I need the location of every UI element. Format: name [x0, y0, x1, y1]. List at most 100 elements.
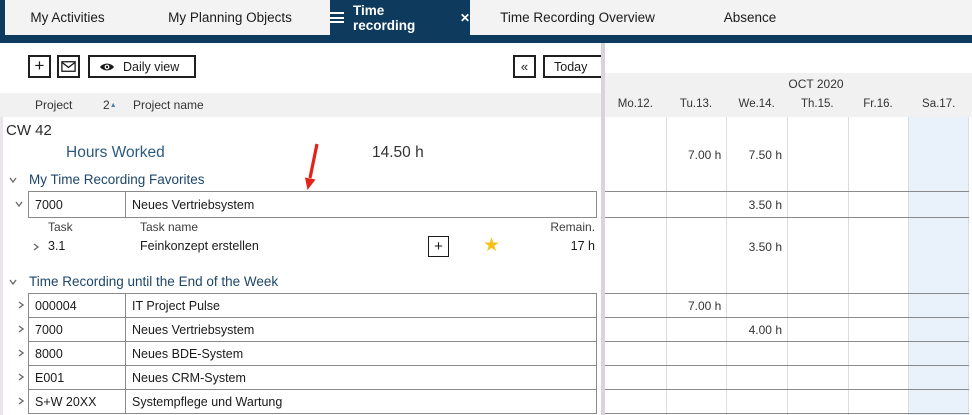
day-cell[interactable]: 4.00 h — [726, 318, 787, 342]
task-row[interactable]: 3.1 Feinkonzept erstellen + ★ 17 h — [0, 234, 601, 260]
add-entry-button[interactable]: + — [28, 55, 51, 78]
project-grid-row — [605, 389, 969, 414]
day-cell[interactable] — [605, 342, 666, 366]
project-name-cell: Neues Vertriebsystem — [132, 197, 255, 212]
day-cell[interactable]: 3.50 h — [726, 192, 787, 217]
day-cell[interactable] — [848, 192, 909, 217]
day-cell[interactable]: 3.50 h — [726, 234, 787, 260]
tab-my-planning-objects[interactable]: My Planning Objects — [130, 0, 330, 35]
column-project[interactable]: Project — [35, 93, 72, 117]
project-name-cell: IT Project Pulse — [132, 298, 221, 313]
day-cell[interactable] — [848, 234, 909, 260]
close-icon[interactable]: ✕ — [460, 11, 470, 25]
day-header: Th.15. — [801, 98, 834, 110]
mail-button[interactable] — [57, 55, 80, 78]
project-row[interactable]: E001 Neues CRM-System — [28, 365, 597, 390]
day-cell[interactable] — [908, 142, 969, 168]
day-cell[interactable] — [726, 342, 787, 366]
project-id-cell: S+W 20XX — [29, 390, 126, 413]
chevron-right-icon[interactable] — [16, 372, 26, 382]
chevron-down-icon — [9, 279, 17, 285]
day-cell[interactable] — [605, 142, 666, 168]
day-cell[interactable] — [908, 342, 969, 366]
project-row[interactable]: 8000 Neues BDE-System — [28, 341, 597, 366]
chevron-right-icon[interactable] — [16, 348, 26, 358]
previous-week-button[interactable]: « — [513, 55, 536, 78]
tab-label: Time recording — [353, 2, 416, 33]
day-cell[interactable] — [908, 192, 969, 217]
task-id: 3.1 — [48, 239, 66, 253]
day-cell[interactable]: 7.00 h — [666, 142, 727, 168]
day-cell[interactable]: 7.00 h — [666, 294, 727, 318]
chevron-down-icon[interactable] — [14, 199, 24, 209]
day-cell[interactable] — [848, 294, 909, 318]
day-cell[interactable] — [787, 366, 848, 390]
chevron-right-icon[interactable] — [16, 300, 26, 310]
day-cell[interactable] — [787, 142, 848, 168]
day-header-row: Mo.12. Tu.13. We.14. Th.15. Fr.16. Sa.17… — [605, 98, 969, 114]
day-cell[interactable] — [605, 294, 666, 318]
column-task: Task — [48, 220, 73, 234]
day-cell[interactable] — [666, 390, 727, 413]
day-cell[interactable] — [605, 192, 666, 217]
section-favorites[interactable]: My Time Recording Favorites — [8, 172, 205, 187]
table-column-header: Project 2▲ Project name — [0, 93, 601, 117]
daily-view-label: Daily view — [123, 59, 180, 74]
tab-time-recording-overview[interactable]: Time Recording Overview — [470, 0, 685, 35]
daily-view-button[interactable]: Daily view — [88, 55, 196, 78]
calendar-week-label: CW 42 — [6, 122, 52, 139]
day-cell[interactable] — [605, 366, 666, 390]
project-id-cell: 000004 — [29, 294, 126, 317]
day-cell[interactable] — [666, 234, 727, 260]
project-row[interactable]: 000004 IT Project Pulse — [28, 293, 597, 318]
chevron-right-icon[interactable] — [16, 324, 26, 334]
day-cell[interactable] — [787, 390, 848, 413]
day-header: Mo.12. — [617, 98, 653, 110]
day-cell[interactable] — [787, 294, 848, 318]
day-cell[interactable] — [908, 294, 969, 318]
day-cell[interactable] — [666, 192, 727, 217]
favorite-project-row[interactable]: 7000 Neues Vertriebsystem — [28, 191, 597, 218]
day-cell[interactable] — [848, 318, 909, 342]
day-cell[interactable] — [787, 192, 848, 217]
day-cell[interactable] — [908, 390, 969, 413]
day-cell[interactable] — [848, 390, 909, 413]
day-cell[interactable] — [726, 366, 787, 390]
sort-indicator[interactable]: 2▲ — [103, 93, 117, 118]
day-cell[interactable] — [908, 234, 969, 260]
project-name-cell: Neues BDE-System — [132, 346, 244, 361]
favorite-star-icon[interactable]: ★ — [483, 234, 500, 257]
day-cell[interactable] — [908, 318, 969, 342]
day-cell[interactable] — [726, 390, 787, 413]
today-button[interactable]: Today — [543, 55, 601, 78]
day-cell[interactable] — [787, 318, 848, 342]
day-cell[interactable] — [848, 342, 909, 366]
day-cell[interactable] — [666, 318, 727, 342]
day-cell[interactable] — [666, 342, 727, 366]
day-cell[interactable] — [848, 142, 909, 168]
tab-my-activities[interactable]: My Activities — [5, 0, 130, 35]
column-project-name[interactable]: Project name — [133, 93, 204, 117]
tab-time-recording[interactable]: Time recording ✕ — [330, 0, 470, 35]
calendar-header-band: OCT 2020 Mo.12. Tu.13. We.14. Th.15. Fr.… — [605, 73, 972, 117]
chevron-right-icon[interactable] — [31, 242, 41, 252]
day-cell[interactable]: 7.50 h — [726, 142, 787, 168]
project-row[interactable]: 7000 Neues Vertriebsystem — [28, 317, 597, 342]
section-until-eow[interactable]: Time Recording until the End of the Week — [8, 274, 278, 289]
sort-ascending-icon: ▲ — [109, 102, 117, 109]
project-grid-row: 4.00 h — [605, 317, 969, 342]
add-time-button[interactable]: + — [428, 236, 449, 257]
hamburger-icon[interactable] — [330, 10, 344, 26]
day-cell[interactable] — [787, 234, 848, 260]
day-cell[interactable] — [787, 342, 848, 366]
day-cell[interactable] — [605, 234, 666, 260]
day-cell[interactable] — [605, 318, 666, 342]
project-row[interactable]: S+W 20XX Systempflege und Wartung — [28, 389, 597, 414]
day-cell[interactable] — [726, 294, 787, 318]
tab-absence[interactable]: Absence — [685, 0, 815, 35]
day-cell[interactable] — [908, 366, 969, 390]
day-cell[interactable] — [605, 390, 666, 413]
day-cell[interactable] — [848, 366, 909, 390]
day-cell[interactable] — [666, 366, 727, 390]
chevron-right-icon[interactable] — [16, 396, 26, 406]
